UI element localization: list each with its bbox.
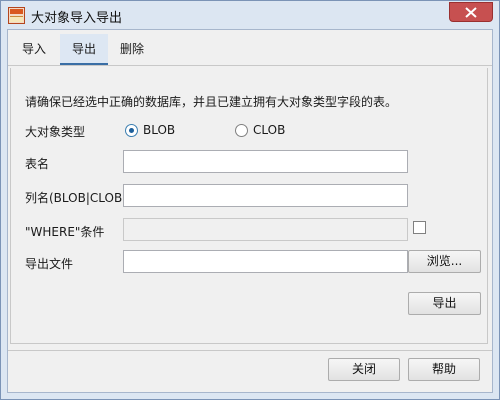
title-bar[interactable]: 大对象导入导出	[1, 1, 499, 29]
radio-circle	[235, 123, 248, 137]
lob-type-label: 大对象类型	[25, 125, 86, 139]
where-condition-label: "WHERE"条件	[25, 225, 105, 239]
dialog-client: 导入 导出 删除 请确保已经选中正确的数据库，并且已建立拥有大对象类型字段的表。…	[7, 29, 493, 393]
export-panel: 请确保已经选中正确的数据库，并且已建立拥有大对象类型字段的表。 大对象类型 BL…	[10, 68, 488, 344]
column-name-label: 列名(BLOB|CLOB)	[25, 191, 127, 205]
export-file-label: 导出文件	[25, 257, 74, 271]
where-condition-input[interactable]	[123, 218, 408, 241]
table-name-label: 表名	[25, 157, 50, 171]
close-icon	[465, 7, 477, 18]
instruction-text: 请确保已经选中正确的数据库，并且已建立拥有大对象类型字段的表。	[25, 95, 398, 109]
tab-delete[interactable]: 删除	[110, 34, 154, 65]
clob-radio-label: CLOB	[253, 123, 286, 137]
footer-divider	[8, 350, 492, 351]
blob-radio[interactable]: BLOB	[125, 122, 175, 138]
tab-export[interactable]: 导出	[60, 34, 108, 65]
window-title: 大对象导入导出	[31, 11, 123, 26]
export-button[interactable]: 导出	[408, 292, 481, 315]
app-logo-icon	[8, 7, 25, 24]
where-enable-checkbox[interactable]	[413, 221, 426, 234]
help-button[interactable]: 帮助	[408, 358, 480, 381]
table-name-input[interactable]	[123, 150, 408, 173]
dialog-window: 大对象导入导出 导入 导出 删除 请确保已经选中正确的数据库，并且已建立拥有大对…	[0, 0, 500, 400]
clob-radio[interactable]: CLOB	[235, 122, 285, 138]
tab-divider	[8, 65, 492, 66]
blob-radio-label: BLOB	[143, 123, 176, 137]
close-window-button[interactable]	[449, 2, 493, 22]
browse-button[interactable]: 浏览...	[408, 250, 481, 273]
tab-import[interactable]: 导入	[10, 34, 58, 65]
export-file-input[interactable]	[123, 250, 408, 273]
radio-circle	[125, 123, 138, 137]
close-button[interactable]: 关闭	[328, 358, 400, 381]
column-name-input[interactable]	[123, 184, 408, 207]
